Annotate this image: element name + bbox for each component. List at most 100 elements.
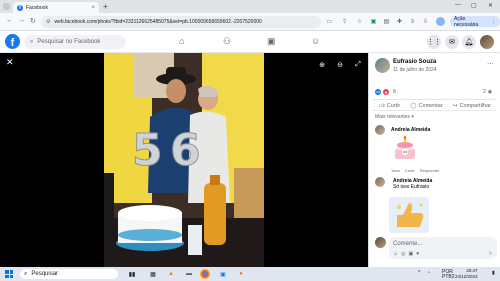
- author-name[interactable]: Eufrasio Souza: [393, 59, 436, 65]
- widgets-icon[interactable]: ▦: [148, 269, 158, 279]
- facebook-logo-icon[interactable]: f: [5, 34, 20, 49]
- friends-icon[interactable]: ⚇: [223, 36, 231, 47]
- home-icon[interactable]: ⌂: [179, 36, 184, 46]
- extensions-icon[interactable]: ✚: [395, 17, 404, 26]
- tab-title: Facebook: [26, 4, 48, 11]
- extension-2-icon[interactable]: ▤: [382, 17, 391, 26]
- profile-icon[interactable]: [436, 17, 445, 26]
- taskbar: ⌕ Pesquisar ▮▮ ▦ ▲ ▬ ▣ ● ^ ◔ POR PTB2 20:…: [0, 267, 500, 281]
- comment-1-actions: 1ano Curtir Responder: [391, 168, 439, 173]
- share-button[interactable]: ↪ Compartilhar: [453, 102, 491, 110]
- system-clock[interactable]: 20:47 24/12/2023: [455, 268, 478, 280]
- commenter-avatar[interactable]: [375, 125, 385, 135]
- zoom-out-icon[interactable]: ⊖: [334, 59, 346, 71]
- notifications-bell-icon[interactable]: 🔔︎: [462, 35, 476, 49]
- photo-image: 5 6: [104, 53, 264, 267]
- reaction-count: 8: [393, 89, 396, 95]
- reload-icon[interactable]: ↻: [30, 17, 36, 25]
- firefox-icon[interactable]: ●: [236, 269, 246, 279]
- post-photo[interactable]: 5 6: [104, 53, 264, 267]
- maximize-icon[interactable]: ▢: [471, 2, 477, 9]
- cast-icon[interactable]: ▭: [325, 17, 334, 26]
- comment-like-link[interactable]: Curtir: [405, 168, 415, 173]
- tab-search-icon[interactable]: [3, 3, 10, 10]
- post-details-panel: Eufrasio Souza 11 de julho de 2024 ⋯ 👍︎ …: [368, 53, 500, 267]
- browser-tab-facebook[interactable]: f Facebook ×: [13, 2, 99, 13]
- taskbar-search-placeholder: Pesquisar: [31, 271, 59, 277]
- search-icon: ⌕: [30, 38, 34, 45]
- task-view-icon[interactable]: ▮▮: [127, 269, 137, 279]
- share-icon[interactable]: ⇪: [340, 17, 349, 26]
- thumbs-up-sticker: [389, 197, 429, 233]
- taskbar-search-input[interactable]: ⌕ Pesquisar: [20, 269, 118, 279]
- reading-list-icon[interactable]: ≡: [408, 17, 417, 26]
- post-date[interactable]: 11 de julho de 2024: [393, 67, 437, 73]
- more-options-icon[interactable]: ⋯: [487, 60, 494, 68]
- update-label: Ação necessária: [454, 15, 479, 28]
- account-avatar[interactable]: [480, 35, 494, 49]
- comment-tools-icons[interactable]: ☺◎▣♥: [393, 251, 422, 257]
- language-indicator[interactable]: POR PTB2: [442, 270, 455, 280]
- url-text: web.facebook.com/photo/?fbid=23311266254…: [54, 19, 262, 25]
- fullscreen-icon[interactable]: ⤢: [352, 59, 364, 71]
- facebook-favicon-icon: f: [17, 4, 23, 11]
- extension-icon[interactable]: ▣: [369, 17, 378, 26]
- facebook-search-input[interactable]: ⌕ Pesquisar no Facebook: [24, 35, 126, 49]
- browser-toolbar: ← → ↻ ⚙ web.facebook.com/photo/?fbid=233…: [0, 13, 500, 31]
- forward-icon[interactable]: →: [18, 17, 25, 24]
- address-bar[interactable]: ⚙ web.facebook.com/photo/?fbid=233112662…: [41, 16, 321, 28]
- comment-button[interactable]: ◯ Comentar: [410, 102, 442, 110]
- downloads-icon[interactable]: ⇩: [421, 17, 430, 26]
- like-button[interactable]: 👍︎ Curtir: [379, 102, 400, 110]
- svg-text:6: 6: [170, 125, 201, 176]
- birthday-cake-sticker: [395, 135, 415, 159]
- comment-count-summary[interactable]: 2 ◉: [483, 89, 492, 95]
- tab-close-icon[interactable]: ×: [91, 5, 95, 11]
- chrome-icon[interactable]: [200, 269, 210, 279]
- zoom-in-icon[interactable]: ⊕: [316, 59, 328, 71]
- comment-icon: ◯: [410, 103, 417, 109]
- search-placeholder: Pesquisar no Facebook: [37, 39, 101, 45]
- close-window-icon[interactable]: ✕: [488, 2, 493, 9]
- reactions-summary[interactable]: 👍︎ ♥ 8: [375, 89, 396, 95]
- bookmark-star-icon[interactable]: ☆: [355, 17, 364, 26]
- notification-icon[interactable]: ▮: [492, 270, 495, 276]
- comment-reply-link[interactable]: Responder: [420, 168, 440, 173]
- minimize-icon[interactable]: —: [455, 2, 461, 8]
- close-icon[interactable]: ✕: [6, 57, 14, 68]
- svg-text:5: 5: [132, 125, 163, 176]
- network-icon[interactable]: ◔: [427, 270, 430, 276]
- back-icon[interactable]: ←: [6, 17, 13, 24]
- search-icon: ⌕: [24, 270, 28, 277]
- comment-time: 1ano: [391, 168, 400, 173]
- vlc-icon[interactable]: ▲: [166, 269, 176, 279]
- thumbs-up-icon: 👍︎: [379, 103, 385, 109]
- new-tab-icon[interactable]: +: [103, 2, 108, 11]
- site-info-icon[interactable]: ⚙: [46, 19, 50, 25]
- keyboard-layout: PTB2: [442, 274, 455, 280]
- watch-icon[interactable]: ▣: [267, 36, 276, 47]
- sort-comments-dropdown[interactable]: Mais relevantes ▾: [375, 114, 414, 120]
- send-icon[interactable]: ➤: [488, 250, 493, 257]
- store-icon[interactable]: ▣: [218, 269, 228, 279]
- messenger-icon[interactable]: ✉: [445, 35, 459, 49]
- browser-tab-strip: f Facebook × + — ▢ ✕: [0, 0, 500, 13]
- tray-chevron-icon[interactable]: ^: [418, 270, 420, 276]
- commenter-name[interactable]: Andreia Almeida: [391, 127, 430, 133]
- author-avatar[interactable]: [375, 58, 390, 73]
- file-explorer-icon[interactable]: ▬: [184, 269, 194, 279]
- like-label: Curtir: [386, 103, 401, 109]
- update-required-button[interactable]: Ação necessária ⋮: [450, 15, 500, 28]
- groups-icon[interactable]: ☺: [311, 36, 320, 46]
- share-label: Compartilhar: [459, 103, 491, 109]
- clock-date: 24/12/2023: [455, 274, 478, 279]
- post-actions: 👍︎ Curtir ◯ Comentar ↪ Compartilhar: [373, 99, 497, 111]
- comment-count: 2: [483, 89, 486, 95]
- love-reaction-icon: ♥: [383, 89, 389, 95]
- menu-grid-icon[interactable]: ⋮⋮: [427, 35, 441, 49]
- commenter-avatar[interactable]: [375, 177, 385, 187]
- comment-bubble-icon: ◉: [487, 89, 493, 95]
- windows-start-icon[interactable]: [5, 270, 13, 278]
- photo-viewer: ✕ 5 6 ⊕ ⊖ ⤢: [0, 53, 368, 267]
- comment-input[interactable]: Comente... ☺◎▣♥ ➤: [389, 237, 497, 259]
